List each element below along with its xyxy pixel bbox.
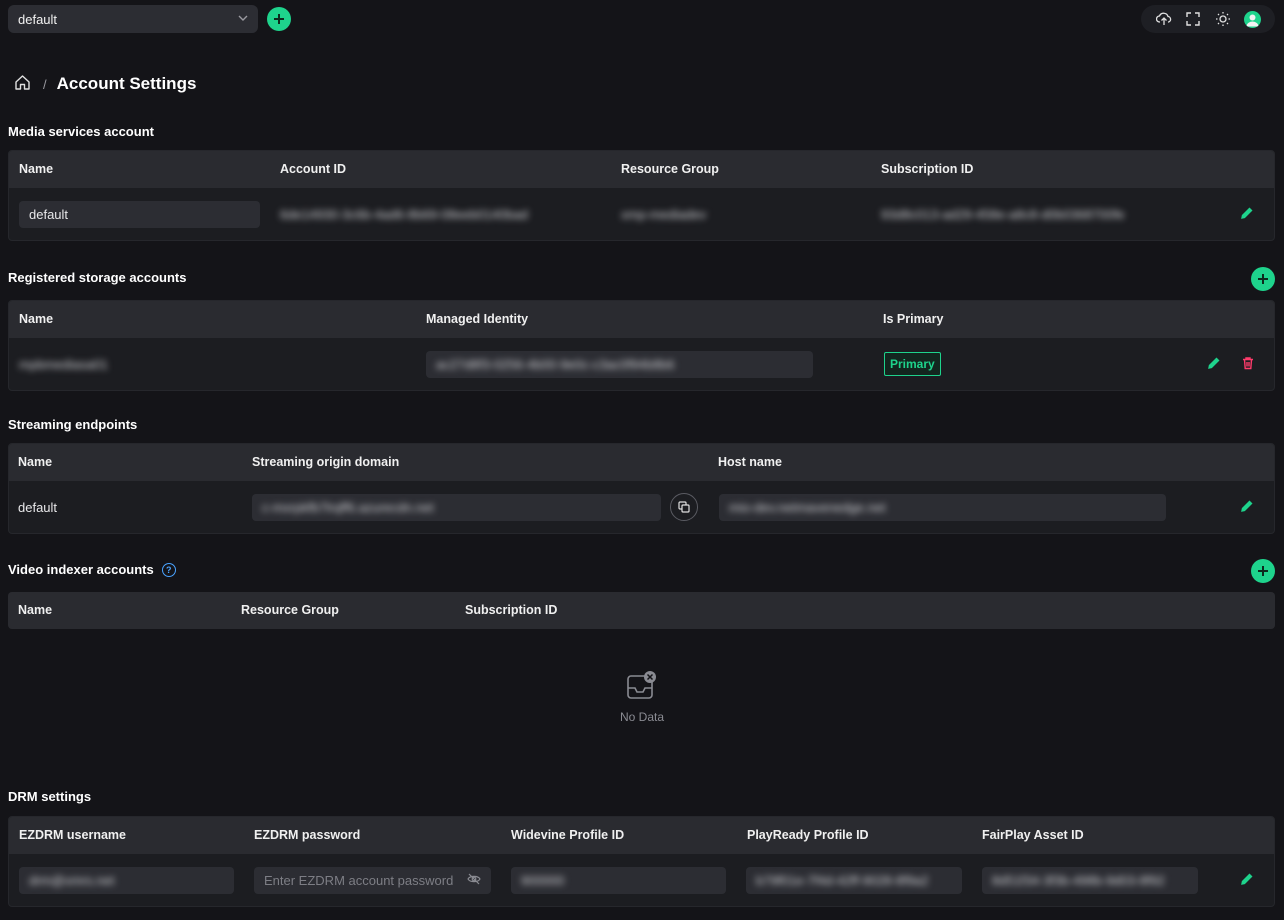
host-name-value: mio-dev.netmavenedge.net: [729, 499, 886, 515]
upload-icon[interactable]: [1154, 9, 1174, 29]
account-select[interactable]: default: [8, 5, 258, 33]
home-icon[interactable]: [14, 74, 31, 94]
page-title: Account Settings: [56, 74, 197, 93]
playready-profile-value: b79f01e-7f4d-42ff-9028-8f9a2: [756, 872, 929, 888]
ezdrm-username-field[interactable]: drm@xmrs.net: [19, 866, 234, 894]
add-account-button[interactable]: [267, 7, 291, 31]
table-row: default c-mxrpkfb7lrqff6.azurecdn.net mi…: [9, 481, 1274, 533]
chevron-down-icon: [238, 13, 248, 26]
edit-icon[interactable]: [1240, 499, 1256, 515]
streaming-table: Name Streaming origin domain Host name d…: [8, 443, 1275, 534]
drm-table: EZDRM username EZDRM password Widevine P…: [8, 816, 1275, 907]
breadcrumb-separator: /: [43, 76, 47, 92]
table-header: Name Streaming origin domain Host name: [9, 444, 1274, 481]
user-avatar-icon[interactable]: [1242, 9, 1262, 29]
table-row: drm@xmrs.net Enter EZDRM account passwor…: [9, 854, 1274, 906]
avatar: [1243, 10, 1261, 28]
table-header: Name Resource Group Subscription ID: [8, 592, 1275, 629]
copy-icon: [678, 501, 690, 513]
password-placeholder: Enter EZDRM account password: [264, 872, 454, 888]
edit-icon[interactable]: [1240, 872, 1256, 888]
video-indexer-table: Name Resource Group Subscription ID: [8, 592, 1275, 629]
column-header: Is Primary: [883, 312, 944, 326]
table-header: Name Managed Identity Is Primary: [9, 301, 1274, 338]
table-row: mpbmediasa01 ac27d8f3-0256-4b00-9e0c-c3a…: [9, 338, 1274, 390]
plus-icon: [1258, 566, 1268, 576]
column-header: Name: [19, 162, 54, 176]
column-header: Account ID: [280, 162, 346, 176]
column-header: Managed Identity: [426, 312, 529, 326]
media-services-title: Media services account: [8, 124, 154, 139]
storage-table: Name Managed Identity Is Primary mpbmedi…: [8, 300, 1275, 391]
resource-group-value: xmp-mediadev: [621, 206, 707, 222]
endpoint-name-value: default: [18, 499, 58, 515]
column-header: FairPlay Asset ID: [982, 828, 1084, 842]
ezdrm-password-field[interactable]: Enter EZDRM account password: [254, 866, 491, 894]
column-header: Name: [18, 603, 53, 617]
column-header: PlayReady Profile ID: [747, 828, 869, 842]
column-header: Subscription ID: [465, 603, 558, 617]
theme-sun-icon[interactable]: [1213, 9, 1233, 29]
no-data-icon: [600, 668, 684, 702]
empty-state: No Data: [600, 668, 684, 724]
storage-name-value: mpbmediasa01: [19, 356, 108, 372]
widevine-profile-field[interactable]: 900000: [511, 866, 726, 894]
column-header: Name: [18, 455, 53, 469]
origin-domain-field[interactable]: c-mxrpkfb7lrqff6.azurecdn.net: [252, 493, 661, 521]
host-name-field[interactable]: mio-dev.netmavenedge.net: [719, 493, 1166, 521]
table-header: Name Account ID Resource Group Subscript…: [9, 151, 1274, 188]
column-header: Widevine Profile ID: [511, 828, 625, 842]
plus-icon: [274, 14, 284, 24]
managed-identity-value: ac27d8f3-0256-4b00-9e0c-c3ac0f94b8b6: [436, 356, 675, 372]
subscription-id-value: 93d8c013-ad29-458e-a8c8-d0b0368700fe: [881, 206, 1125, 222]
fairplay-asset-field[interactable]: 8d51f34-3f3b-498b-9d03-8f92: [982, 866, 1198, 894]
edit-icon[interactable]: [1240, 206, 1256, 222]
widevine-profile-value: 900000: [521, 872, 565, 888]
fullscreen-icon[interactable]: [1183, 9, 1203, 29]
video-indexer-title-wrap: Video indexer accounts ?: [8, 562, 176, 577]
media-services-table: Name Account ID Resource Group Subscript…: [8, 150, 1275, 241]
account-id-value: 6de14930-3c6b-4ad6-8b69-08eeb0140bad: [280, 206, 528, 222]
streaming-title: Streaming endpoints: [8, 417, 138, 432]
top-bar: default: [8, 5, 1275, 33]
edit-icon[interactable]: [1207, 356, 1223, 372]
add-storage-button[interactable]: [1251, 267, 1275, 291]
video-indexer-title: Video indexer accounts: [8, 562, 154, 577]
plus-icon: [1258, 274, 1268, 284]
managed-identity-field[interactable]: ac27d8f3-0256-4b00-9e0c-c3ac0f94b8b6: [426, 350, 813, 378]
add-video-indexer-button[interactable]: [1251, 559, 1275, 583]
drm-title: DRM settings: [8, 789, 92, 804]
ezdrm-username-value: drm@xmrs.net: [29, 872, 115, 888]
column-header: EZDRM username: [19, 828, 126, 842]
help-icon[interactable]: ?: [161, 562, 176, 577]
fairplay-asset-value: 8d51f34-3f3b-498b-9d03-8f92: [992, 872, 1165, 888]
origin-domain-value: c-mxrpkfb7lrqff6.azurecdn.net: [262, 499, 434, 515]
copy-button[interactable]: [670, 493, 698, 521]
account-select-value: default: [18, 11, 58, 27]
column-header: Resource Group: [621, 162, 719, 176]
toolbar-icons: [1141, 5, 1275, 33]
column-header: Host name: [718, 455, 782, 469]
primary-badge: Primary: [884, 352, 941, 376]
media-account-name-field[interactable]: default: [19, 200, 260, 228]
table-row: default 6de14930-3c6b-4ad6-8b69-08eeb014…: [9, 188, 1274, 240]
column-header: Subscription ID: [881, 162, 974, 176]
column-header: Name: [19, 312, 54, 326]
breadcrumb: / Account Settings: [14, 73, 196, 95]
storage-title: Registered storage accounts: [8, 270, 187, 285]
no-data-text: No Data: [619, 710, 665, 724]
playready-profile-field[interactable]: b79f01e-7f4d-42ff-9028-8f9a2: [746, 866, 962, 894]
column-header: Resource Group: [241, 603, 339, 617]
eye-off-icon[interactable]: [467, 872, 481, 889]
table-header: EZDRM username EZDRM password Widevine P…: [9, 817, 1274, 854]
column-header: Streaming origin domain: [252, 455, 400, 469]
column-header: EZDRM password: [254, 828, 361, 842]
delete-icon[interactable]: [1241, 356, 1257, 372]
